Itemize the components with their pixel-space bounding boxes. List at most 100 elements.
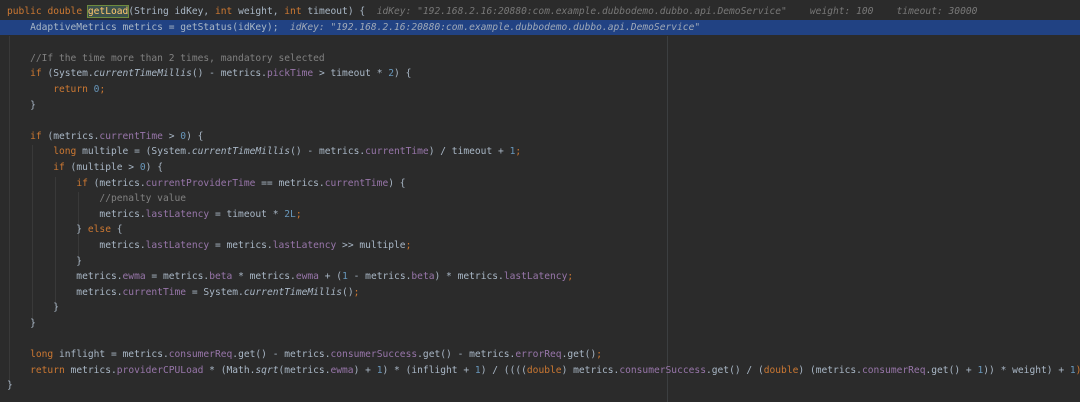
- code-token: ) (metrics.: [798, 364, 862, 376]
- code-line[interactable]: metrics.currentTime = System.currentTime…: [0, 285, 1080, 301]
- code-token: consumerSuccess: [619, 364, 706, 376]
- code-token: metrics.: [7, 271, 123, 283]
- code-line[interactable]: if (System.currentTimeMillis() - metrics…: [0, 66, 1080, 82]
- code-token: lastLatency: [272, 240, 337, 251]
- code-line[interactable]: } else {: [0, 222, 1080, 238]
- code-token: ) {: [186, 130, 204, 142]
- code-token: )) * weight) +: [983, 364, 1070, 376]
- code-token: * metrics.: [232, 271, 296, 283]
- code-line[interactable]: }: [0, 316, 1080, 332]
- code-token: ) metrics.: [561, 364, 620, 376]
- code-token: (metrics.: [93, 177, 146, 189]
- code-token: metrics.: [70, 364, 117, 376]
- code-token: currentTimeMillis: [93, 68, 192, 80]
- code-token: return: [53, 84, 94, 95]
- code-line[interactable]: public double getLoad(String idKey, int …: [0, 4, 1080, 20]
- code-line[interactable]: [0, 35, 1080, 51]
- code-token: .get() - metrics.: [417, 349, 516, 361]
- code-line-current[interactable]: AdaptiveMetrics metrics = getStatus(idKe…: [0, 19, 1080, 36]
- code-line[interactable]: if (multiple > 0) {: [0, 160, 1080, 176]
- code-token: lastLatency: [145, 208, 210, 220]
- code-token: >: [162, 130, 181, 142]
- code-token: ) +: [353, 364, 377, 376]
- code-token: (): [342, 286, 354, 298]
- code-line[interactable]: if (metrics.currentProviderTime == metri…: [0, 176, 1080, 192]
- code-line[interactable]: }: [0, 98, 1080, 114]
- code-line[interactable]: metrics.ewma = metrics.beta * metrics.ew…: [0, 269, 1080, 285]
- code-token: if: [30, 68, 48, 80]
- code-token: = System.: [186, 286, 244, 298]
- code-line[interactable]: return 0;: [0, 82, 1080, 98]
- code-token: errorReq: [515, 349, 562, 361]
- code-token: ;: [567, 271, 574, 283]
- code-line[interactable]: if (metrics.currentTime > 0) {: [0, 129, 1080, 145]
- inline-parameter-hint: idKey: "192.168.2.16:20880:com.example.d…: [376, 6, 978, 17]
- code-token: ) * metrics.: [434, 271, 504, 283]
- code-token: .get() / (: [705, 364, 764, 376]
- code-token: - metrics.: [347, 271, 412, 283]
- code-line[interactable]: [0, 332, 1080, 348]
- code-token: metrics.: [7, 286, 123, 298]
- code-token: //penalty value: [7, 193, 187, 205]
- code-token: }: [7, 380, 13, 392]
- code-token: }: [7, 302, 59, 314]
- code-token: ) / timeout +: [428, 146, 510, 158]
- code-token: ) {: [388, 177, 406, 189]
- code-token: }: [7, 255, 83, 267]
- code-token: consumerSuccess: [330, 349, 418, 361]
- code-token: double: [47, 6, 88, 17]
- code-token: ;: [405, 240, 412, 251]
- code-token: beta: [411, 271, 435, 283]
- code-token: weight,: [238, 6, 285, 17]
- code-token: ;: [596, 349, 602, 361]
- code-line[interactable]: //penalty value: [0, 191, 1080, 207]
- code-token: else: [87, 224, 117, 236]
- code-token: ) {: [394, 68, 412, 80]
- code-token: multiple = (System.: [82, 146, 192, 158]
- code-token: () - metrics.: [290, 146, 366, 158]
- code-token: ) * (inflight +: [382, 364, 475, 376]
- code-token: (metrics.: [278, 364, 331, 376]
- code-line[interactable]: long inflight = metrics.consumerReq.get(…: [0, 347, 1080, 363]
- code-token: int: [214, 6, 239, 17]
- code-token: ;: [515, 146, 522, 158]
- code-token: () - metrics.: [191, 68, 267, 80]
- code-token: > timeout *: [313, 68, 389, 80]
- code-line[interactable]: long multiple = (System.currentTimeMilli…: [0, 144, 1080, 160]
- code-token: currentTime: [324, 177, 389, 189]
- code-line[interactable]: }: [0, 300, 1080, 316]
- code-token: //If the time more than 2 times, mandato…: [7, 52, 325, 64]
- code-line[interactable]: }: [0, 378, 1080, 394]
- code-editor[interactable]: public double getLoad(String idKey, int …: [0, 0, 1080, 402]
- code-token: == metrics.: [255, 177, 325, 189]
- code-token: (multiple >: [70, 162, 140, 173]
- inline-parameter-hint: idKey: "192.168.2.16:20880:com.example.d…: [290, 21, 701, 33]
- code-line[interactable]: metrics.lastLatency = timeout * 2L;: [0, 207, 1080, 223]
- code-token: (metrics.: [47, 130, 100, 142]
- code-token: (String idKey,: [128, 6, 215, 17]
- code-token: currentTimeMillis: [243, 286, 343, 298]
- code-token: ewma: [122, 271, 146, 283]
- code-token: providerCPULoad: [116, 364, 204, 376]
- code-line[interactable]: [0, 113, 1080, 129]
- code-token: + (: [318, 271, 343, 283]
- code-token: (System.: [47, 68, 94, 80]
- code-token: ) / ((((: [480, 364, 527, 376]
- code-token: ) {: [145, 162, 163, 173]
- code-token: sqrt: [255, 364, 279, 376]
- code-line[interactable]: }: [0, 254, 1080, 270]
- code-token: currentTimeMillis: [191, 146, 291, 158]
- code-token: {: [116, 224, 123, 236]
- code-token: long: [30, 349, 59, 361]
- code-token: if: [53, 162, 71, 173]
- code-token: if: [76, 177, 94, 189]
- code-token: currentTime: [365, 146, 429, 158]
- code-line[interactable]: metrics.lastLatency = metrics.lastLatenc…: [0, 238, 1080, 254]
- code-line[interactable]: //If the time more than 2 times, mandato…: [0, 51, 1080, 67]
- code-line[interactable]: return metrics.providerCPULoad * (Math.s…: [0, 363, 1080, 379]
